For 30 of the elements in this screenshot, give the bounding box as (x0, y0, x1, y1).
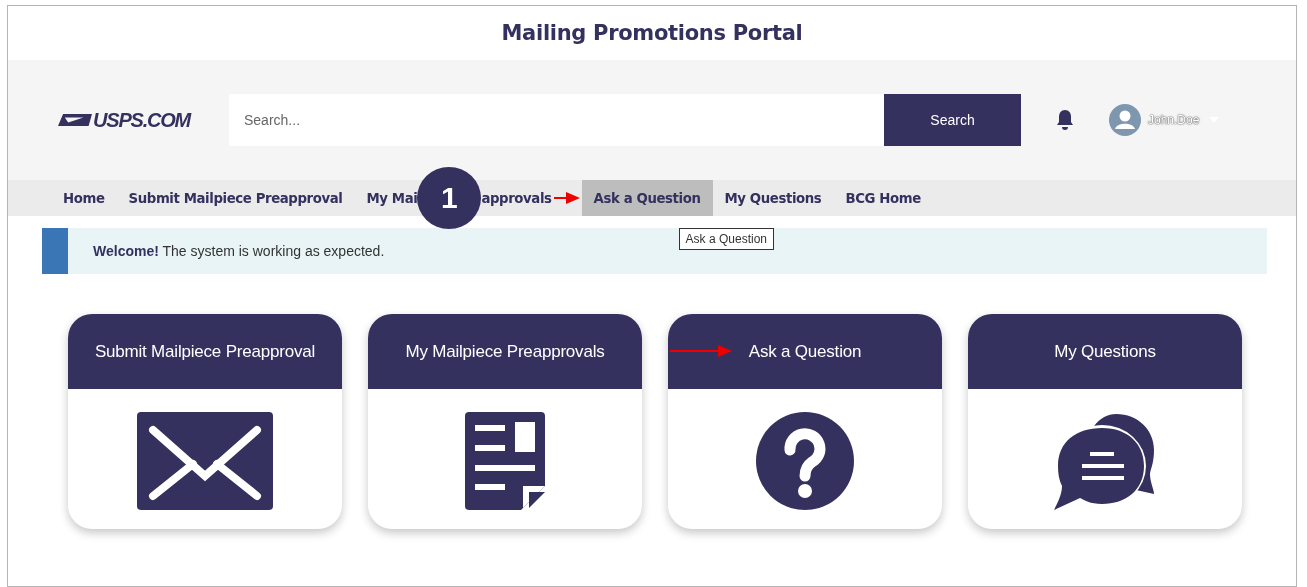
tile-card[interactable]: My Questions (968, 314, 1242, 529)
document-icon (465, 412, 545, 510)
logo-text[interactable]: USPS.COM (93, 108, 191, 132)
tile-title[interactable]: My Mailpiece Preapprovals (405, 342, 605, 362)
arrow-annotation (553, 191, 580, 205)
tile-title[interactable]: My Questions (1054, 342, 1156, 362)
nav-link[interactable]: My Mai (354, 180, 418, 216)
search-button[interactable]: Search (884, 94, 1021, 146)
avatar-icon[interactable] (1109, 104, 1141, 136)
question-icon (756, 412, 854, 510)
nav-link[interactable]: Submit Mailpiece Preapproval (116, 180, 355, 216)
user-name[interactable]: John.Doe (1148, 113, 1200, 127)
nav-link[interactable]: My Questions (712, 180, 834, 216)
tile-title[interactable]: Ask a Question (748, 342, 862, 362)
window-title: Mailing Promotions Portal (500, 20, 804, 47)
nav-link[interactable]: approvals (481, 180, 554, 216)
tile-card[interactable]: Submit Mailpiece Preapproval (68, 314, 342, 529)
nav-link[interactable]: Home (51, 180, 117, 216)
chat-bubbles-icon (1054, 412, 1156, 510)
step-number-badge: 1 (417, 167, 482, 229)
tile-card[interactable]: My Mailpiece Preapprovals (368, 314, 642, 529)
tile-card[interactable]: Ask a Question (668, 314, 942, 529)
envelope-icon (137, 412, 273, 510)
nav-link[interactable]: Ask a Question (581, 180, 713, 216)
search-field[interactable]: Search... (229, 94, 884, 146)
eagle-logo-icon (58, 112, 92, 128)
nav-link[interactable]: BCG Home (833, 180, 933, 216)
tooltip: Ask a Question (678, 228, 774, 250)
notification-bell-icon[interactable] (1055, 109, 1075, 131)
welcome-message: Welcome! The system is working as expected. (93, 243, 385, 259)
